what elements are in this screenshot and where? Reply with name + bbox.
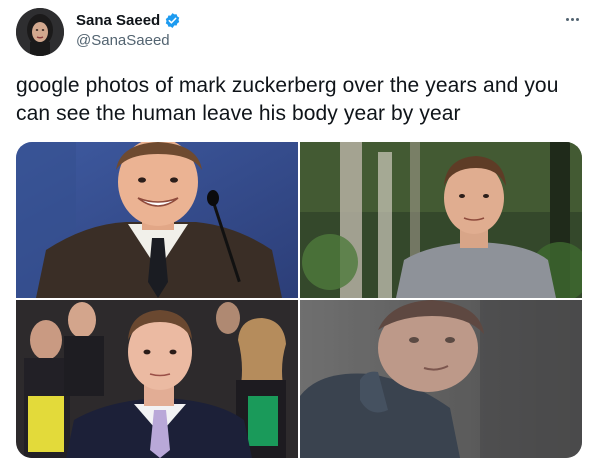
- tweet-card: Sana Saeed @SanaSaeed google photos of m…: [0, 0, 602, 472]
- more-options-icon[interactable]: [558, 10, 586, 28]
- verified-badge-icon: [164, 12, 181, 29]
- handle[interactable]: @SanaSaeed: [76, 32, 181, 49]
- photo-3[interactable]: [16, 300, 298, 458]
- photo-2[interactable]: [300, 142, 582, 298]
- photo-4[interactable]: [300, 300, 582, 458]
- name-row: Sana Saeed: [76, 12, 181, 29]
- tweet-text: google photos of mark zuckerberg over th…: [16, 74, 559, 125]
- photo-1[interactable]: [16, 142, 298, 298]
- display-name[interactable]: Sana Saeed: [76, 12, 160, 29]
- media-grid: [16, 142, 582, 458]
- author-block: Sana Saeed @SanaSaeed: [76, 12, 181, 49]
- avatar[interactable]: [16, 8, 64, 56]
